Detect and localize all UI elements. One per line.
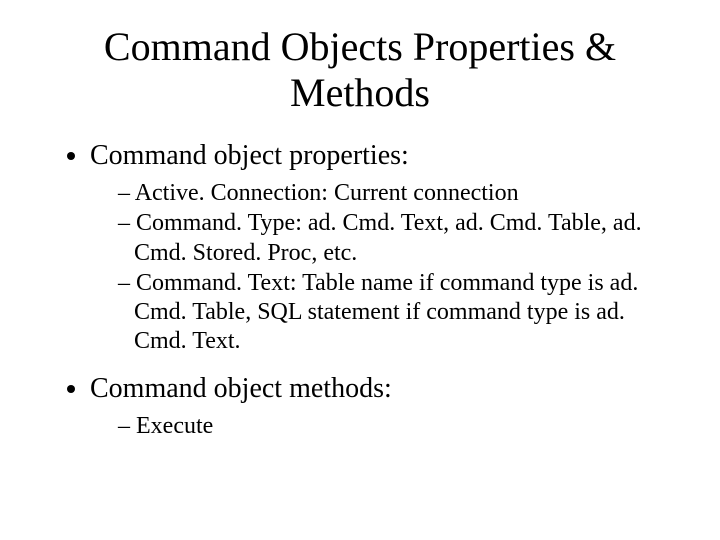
list-item: Command object methods: Execute	[90, 371, 670, 441]
sub-list: Execute	[90, 412, 670, 441]
sub-list: Active. Connection: Current connection C…	[90, 179, 670, 357]
slide-title: Command Objects Properties & Methods	[50, 24, 670, 116]
slide: Command Objects Properties & Methods Com…	[0, 0, 720, 540]
sub-list-item: Execute	[118, 412, 670, 441]
list-item: Command object properties: Active. Conne…	[90, 138, 670, 357]
sub-list-item: Active. Connection: Current connection	[118, 179, 670, 208]
sub-list-item: Command. Type: ad. Cmd. Text, ad. Cmd. T…	[118, 209, 670, 268]
sub-list-item: Command. Text: Table name if command typ…	[118, 269, 670, 357]
bullet-list: Command object properties: Active. Conne…	[50, 138, 670, 441]
list-item-text: Command object methods:	[90, 373, 392, 404]
list-item-text: Command object properties:	[90, 140, 409, 171]
